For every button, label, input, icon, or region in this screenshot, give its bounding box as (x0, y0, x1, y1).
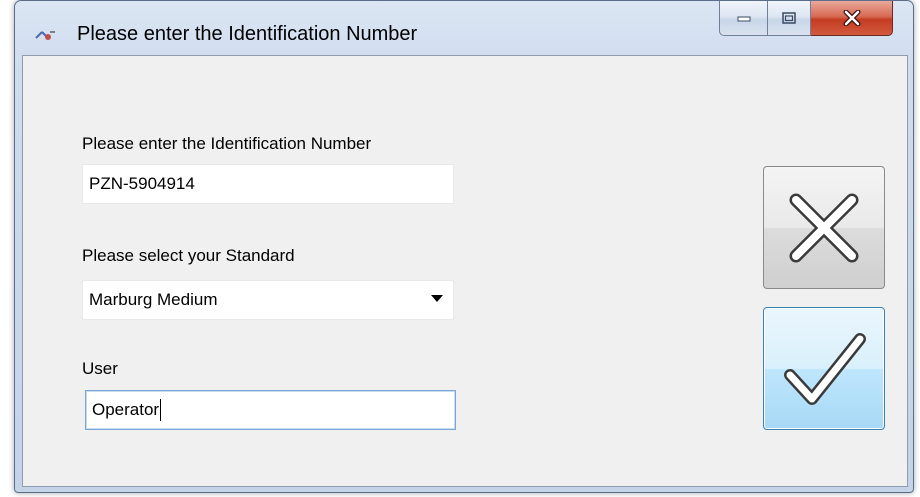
maximize-button[interactable] (767, 1, 811, 36)
cross-icon (789, 193, 859, 262)
dropdown-arrow-icon[interactable] (431, 295, 443, 302)
cancel-button[interactable] (763, 166, 885, 289)
user-input[interactable]: Operator (85, 390, 456, 430)
dialog-client-area: Please enter the Identification Number P… (22, 55, 908, 487)
standard-label: Please select your Standard (82, 246, 295, 265)
minimize-icon (737, 16, 750, 22)
close-button[interactable] (811, 1, 893, 36)
id-number-input[interactable]: PZN-5904914 (82, 164, 454, 204)
window-title: Please enter the Identification Number (77, 23, 418, 45)
caption-buttons (719, 1, 893, 37)
standard-selected-value: Marburg Medium (89, 290, 218, 309)
ok-button[interactable] (763, 307, 885, 430)
dialog-window: Please enter the Identification Number P… (14, 0, 914, 493)
checkmark-icon (784, 332, 866, 405)
id-number-value: PZN-5904914 (89, 174, 195, 193)
user-value: Operator (92, 400, 160, 419)
close-icon (843, 10, 860, 26)
text-caret (160, 399, 162, 421)
standard-dropdown[interactable]: Marburg Medium (82, 280, 454, 320)
id-label: Please enter the Identification Number (82, 134, 372, 153)
maximize-icon (782, 12, 796, 24)
minimize-button[interactable] (719, 1, 767, 36)
user-label: User (82, 359, 118, 378)
app-icon (35, 31, 55, 40)
